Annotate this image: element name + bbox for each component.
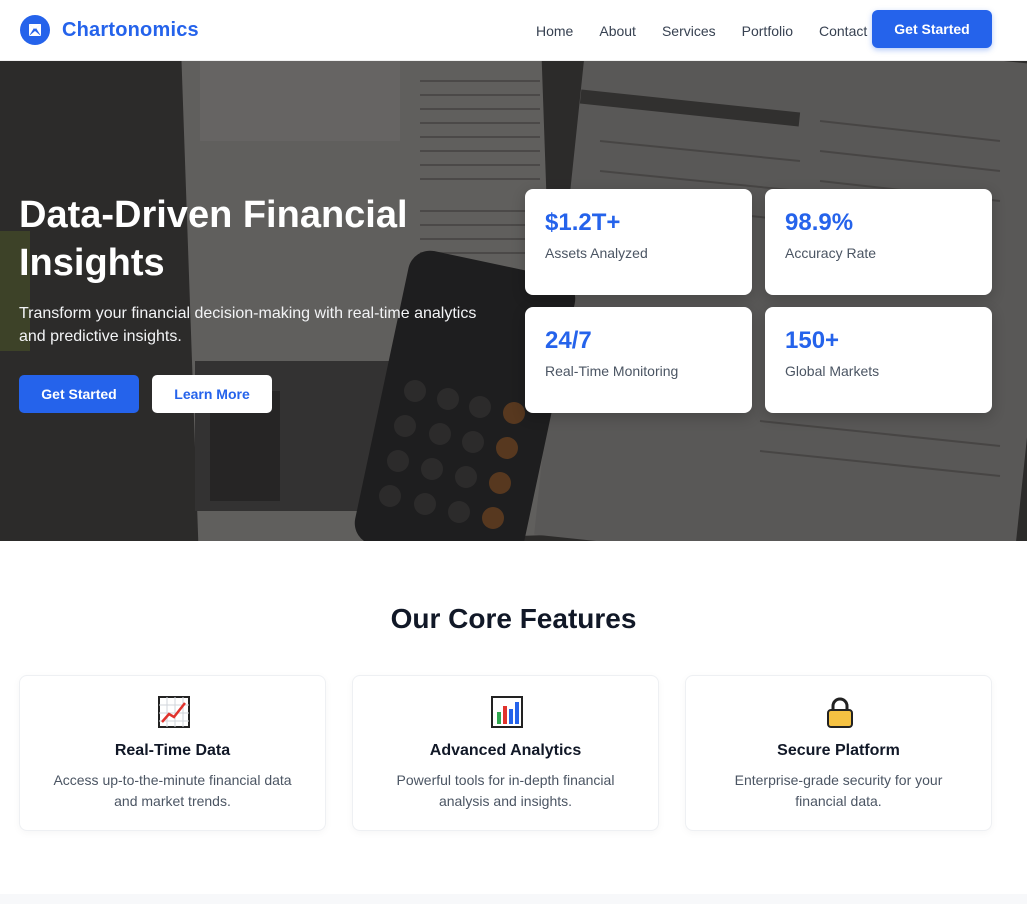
feature-description: Enterprise-grade security for your finan… — [734, 772, 943, 809]
feature-description: Powerful tools for in-depth financial an… — [396, 772, 615, 809]
stat-card-monitoring: 24/7 Real-Time Monitoring — [525, 307, 752, 413]
stat-value: 150+ — [785, 327, 840, 354]
nav-link-services[interactable]: Services — [662, 23, 716, 39]
feature-card-advanced-analytics: Advanced Analytics Powerful tools for in… — [352, 675, 659, 831]
stat-value: 24/7 — [545, 327, 592, 354]
stat-value: $1.2T+ — [545, 209, 621, 236]
hero-get-started-button[interactable]: Get Started — [19, 375, 139, 413]
stat-card-accuracy: 98.9% Accuracy Rate — [765, 189, 992, 295]
feature-title: Secure Platform — [777, 742, 900, 759]
nav-link-about[interactable]: About — [599, 23, 636, 39]
feature-description: Access up-to-the-minute financial data a… — [53, 772, 292, 809]
feature-title: Real-Time Data — [114, 742, 231, 759]
hero-learn-more-button[interactable]: Learn More — [152, 375, 272, 413]
hero-subtitle: Transform your financial decision-making… — [19, 305, 477, 345]
bar-chart-icon — [491, 696, 523, 728]
feature-card-secure-platform: Secure Platform Enterprise-grade securit… — [685, 675, 992, 831]
nav-links: Home About Services Portfolio Contact — [536, 0, 893, 61]
nav-get-started-button[interactable]: Get Started — [872, 10, 992, 48]
stat-label: Global Markets — [785, 363, 880, 379]
lock-icon — [824, 696, 856, 728]
nav-link-portfolio[interactable]: Portfolio — [742, 23, 793, 39]
feature-card-real-time-data: Real-Time Data Access up-to-the-minute f… — [19, 675, 326, 831]
hero-overlay — [0, 61, 1027, 541]
features-title: Our Core Features — [390, 603, 637, 634]
stat-card-markets: 150+ Global Markets — [765, 307, 992, 413]
next-section-edge — [0, 894, 1027, 904]
hero-title: Data-Driven Financial Insights — [19, 194, 408, 284]
stat-label: Accuracy Rate — [785, 245, 877, 261]
stat-card-assets: $1.2T+ Assets Analyzed — [525, 189, 752, 295]
hero-section: Data-Driven Financial Insights Transform… — [0, 61, 1027, 541]
navbar: Chartonomics Home About Services Portfol… — [0, 0, 1027, 61]
stat-value: 98.9% — [785, 209, 854, 236]
brand-logo[interactable]: Chartonomics — [20, 15, 199, 45]
nav-link-home[interactable]: Home — [536, 23, 573, 39]
chart-increasing-icon — [158, 696, 190, 728]
feature-title: Advanced Analytics — [429, 742, 582, 759]
logo-icon — [20, 15, 50, 45]
stat-label: Real-Time Monitoring — [545, 363, 679, 379]
stat-label: Assets Analyzed — [545, 245, 648, 261]
nav-link-contact[interactable]: Contact — [819, 23, 867, 39]
brand-name: Chartonomics — [62, 18, 199, 41]
